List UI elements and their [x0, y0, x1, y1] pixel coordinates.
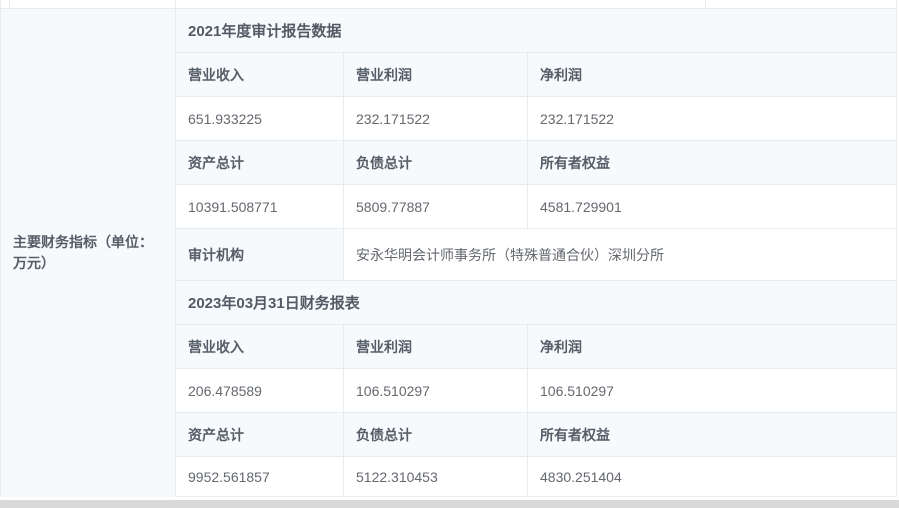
- section-title: 2021年度审计报告数据: [188, 23, 342, 40]
- section-title: 2023年03月31日财务报表: [188, 295, 360, 312]
- metric-header-cell: 所有者权益: [540, 426, 610, 443]
- metric-header-cell: 负债总计: [344, 413, 528, 456]
- nested-financial-table: 2021年度审计报告数据 营业收入 营业利润 净利润 651.933225 23…: [176, 9, 896, 497]
- metric-header-cell: 所有者权益: [540, 154, 610, 171]
- metric-value-cell: 5809.77887: [344, 185, 528, 228]
- metric-header-cell: 营业收入: [176, 53, 344, 96]
- metric-header-row: 营业收入 营业利润 净利润: [176, 325, 896, 369]
- metric-value-cell: 651.933225: [176, 97, 344, 140]
- section-title-row: 2021年度审计报告数据: [176, 9, 896, 53]
- audit-org-label: 审计机构: [176, 229, 344, 280]
- metric-value-cell: 4581.729901: [540, 198, 622, 215]
- financial-indicators-row: 主要财务指标（单位：万元） 2021年度审计报告数据 营业收入 营业利润 净利润…: [1, 9, 896, 497]
- metric-value-row: 10391.508771 5809.77887 4581.729901: [176, 185, 896, 229]
- audit-org-value: 安永华明会计师事务所（特殊普通合伙）深圳分所: [344, 229, 896, 280]
- metric-value-cell: 232.171522: [540, 110, 614, 127]
- metric-header-row: 资产总计 负债总计 所有者权益: [176, 413, 896, 457]
- page-background-strip: [0, 500, 899, 508]
- audit-org-row: 审计机构 安永华明会计师事务所（特殊普通合伙）深圳分所: [176, 229, 896, 281]
- row-label: 主要财务指标（单位：万元）: [13, 234, 153, 271]
- section-title-row: 2023年03月31日财务报表: [176, 281, 896, 325]
- divider: [9, 0, 10, 8]
- metric-value-row: 651.933225 232.171522 232.171522: [176, 97, 896, 141]
- divider: [175, 0, 176, 8]
- metric-header-cell: 营业利润: [344, 325, 528, 368]
- metric-header-cell: 负债总计: [344, 141, 528, 184]
- metric-value-row: 9952.561857 5122.310453 4830.251404: [176, 457, 896, 497]
- metric-header-cell: 营业利润: [344, 53, 528, 96]
- metric-value-cell: 106.510297: [540, 382, 614, 399]
- metric-value-cell: 4830.251404: [540, 468, 622, 485]
- metric-header-cell: 净利润: [540, 338, 582, 355]
- company-detail-page: 主要财务指标（单位：万元） 2021年度审计报告数据 营业收入 营业利润 净利润…: [0, 0, 899, 508]
- metric-header-cell: 资产总计: [176, 413, 344, 456]
- metric-value-cell: 206.478589: [176, 369, 344, 412]
- metric-value-cell: 10391.508771: [176, 185, 344, 228]
- metric-header-row: 资产总计 负债总计 所有者权益: [176, 141, 896, 185]
- metric-value-cell: 232.171522: [344, 97, 528, 140]
- metric-header-cell: 净利润: [540, 66, 582, 83]
- financial-indicators-table: 主要财务指标（单位：万元） 2021年度审计报告数据 营业收入 营业利润 净利润…: [0, 0, 897, 497]
- metric-header-cell: 营业收入: [176, 325, 344, 368]
- row-label-cell: 主要财务指标（单位：万元）: [1, 9, 176, 497]
- metric-value-cell: 9952.561857: [176, 457, 344, 496]
- metric-value-cell: 5122.310453: [344, 457, 528, 496]
- divider: [705, 0, 706, 8]
- metric-header-row: 营业收入 营业利润 净利润: [176, 53, 896, 97]
- metric-value-cell: 106.510297: [344, 369, 528, 412]
- previous-row-sliver: [1, 0, 896, 9]
- metric-header-cell: 资产总计: [176, 141, 344, 184]
- metric-value-row: 206.478589 106.510297 106.510297: [176, 369, 896, 413]
